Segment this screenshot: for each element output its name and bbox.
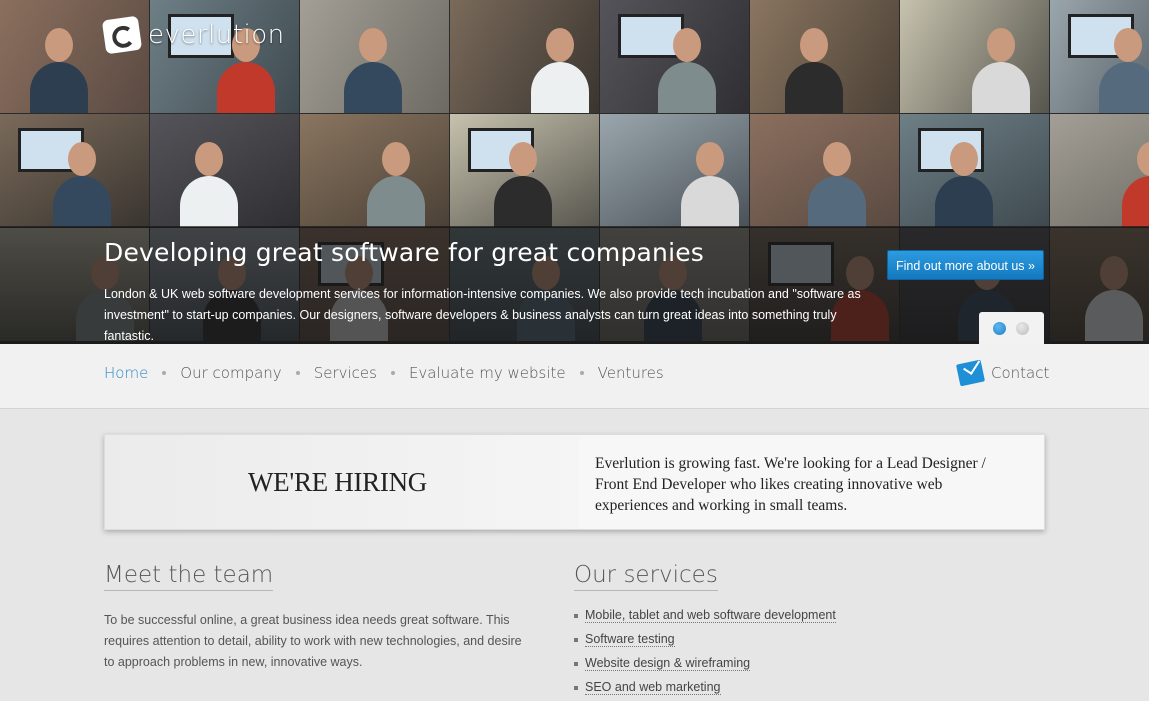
hero-banner: everlution Developing great software for… (0, 0, 1149, 344)
service-link[interactable]: Mobile, tablet and web software developm… (585, 608, 836, 623)
photo-tile (450, 114, 599, 227)
photo-tile (0, 114, 149, 227)
photo-tile (750, 114, 899, 227)
nav-separator (579, 371, 584, 375)
nav-separator (295, 371, 300, 375)
slide-dot-1[interactable] (993, 322, 1006, 335)
hero-description: London & UK web software development ser… (104, 287, 861, 343)
photo-tile (300, 114, 449, 227)
contact-link[interactable]: Contact (955, 359, 1050, 387)
contact-label: Contact (991, 364, 1050, 382)
nav-item-ventures[interactable]: Ventures (598, 364, 664, 382)
photo-tile (900, 0, 1049, 113)
photo-tile (300, 0, 449, 113)
hiring-banner[interactable]: WE'RE HIRING Everlution is growing fast.… (104, 434, 1045, 530)
photo-tile (450, 0, 599, 113)
photo-tile (1050, 114, 1149, 227)
slider-pagination (979, 312, 1044, 344)
photo-tile (150, 0, 299, 113)
nav-item-services[interactable]: Services (314, 364, 377, 382)
team-heading: Meet the team (104, 562, 274, 591)
service-item: SEO and web marketing (574, 677, 836, 701)
hiring-text: Everlution is growing fast. We're lookin… (595, 455, 986, 514)
service-link[interactable]: Website design & wireframing (585, 656, 751, 671)
hiring-title: WE'RE HIRING (248, 467, 427, 497)
photo-tile (600, 114, 749, 227)
photo-tile (750, 0, 899, 113)
nav-menu: Home Our company Services Evaluate my websi… (104, 364, 664, 382)
photo-tile (1050, 0, 1149, 113)
service-item: Mobile, tablet and web software developm… (574, 605, 836, 629)
find-out-more-button[interactable]: Find out more about us » (887, 250, 1044, 280)
logo-icon (101, 15, 143, 55)
brand-logo[interactable]: everlution (101, 15, 285, 55)
service-link[interactable]: SEO and web marketing (585, 680, 721, 695)
photo-tile (150, 114, 299, 227)
photo-tile (600, 0, 749, 113)
services-list: Mobile, tablet and web software developm… (574, 605, 836, 701)
nav-item-our-company[interactable]: Our company (180, 364, 281, 382)
nav-separator (162, 371, 167, 375)
nav-separator (390, 371, 395, 375)
photo-tile (900, 114, 1049, 227)
services-heading: Our services (574, 562, 718, 591)
brand-name: everlution (148, 20, 285, 50)
service-item: Website design & wireframing (574, 653, 836, 677)
team-text: To be successful online, a great busines… (104, 613, 522, 669)
slide-dot-2[interactable] (1016, 322, 1029, 335)
service-item: Software testing (574, 629, 836, 653)
main-navigation: Home Our company Services Evaluate my websi… (0, 344, 1149, 409)
mail-icon (955, 359, 986, 387)
service-link[interactable]: Software testing (585, 632, 675, 647)
nav-item-home[interactable]: Home (104, 364, 148, 382)
hero-title: Developing great software for great comp… (104, 238, 705, 267)
nav-item-evaluate-my-website[interactable]: Evaluate my website (409, 364, 566, 382)
